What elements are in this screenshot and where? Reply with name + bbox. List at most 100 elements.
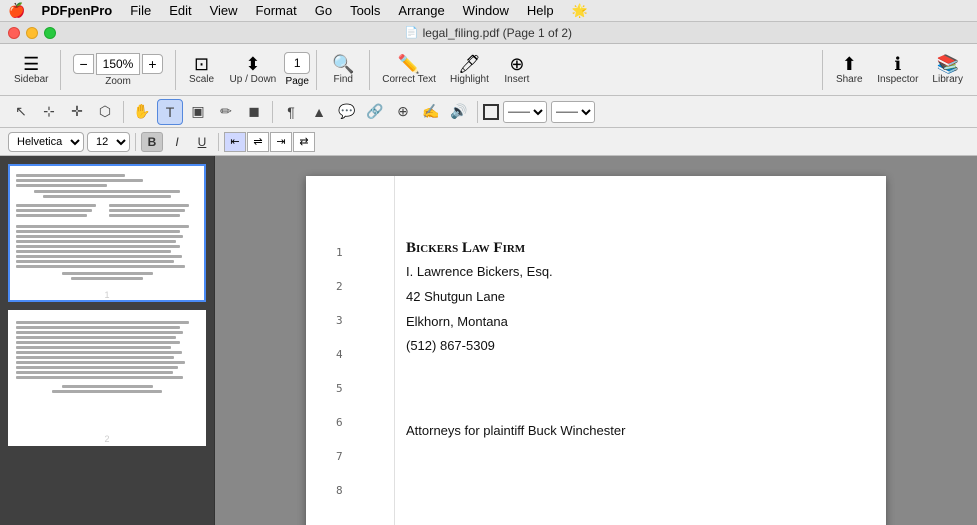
font-size-select[interactable]: 12 <box>87 132 130 152</box>
line-numbers: 1 2 3 4 5 6 7 8 <box>336 236 343 508</box>
thumbnail-page-1[interactable]: 1 <box>8 164 206 302</box>
line-num-2: 2 <box>336 270 343 304</box>
up-down-label: Up / Down <box>230 74 277 85</box>
close-button[interactable] <box>8 27 20 39</box>
inspector-label: Inspector <box>877 74 918 85</box>
library-button[interactable]: 📚 Library <box>926 53 969 87</box>
menu-view[interactable]: View <box>202 0 246 22</box>
insert-icon: ⊕ <box>509 55 524 73</box>
arrow-tool[interactable]: ↖ <box>8 99 34 125</box>
sidebar-button[interactable]: ☰ Sidebar <box>8 53 54 87</box>
lasso-tool[interactable]: ⬡ <box>92 99 118 125</box>
insert-label: Insert <box>504 74 529 85</box>
address-line2: Elkhorn, Montana <box>406 312 826 333</box>
divider-4 <box>369 50 370 90</box>
thumb2-content <box>10 312 204 432</box>
audio-tool[interactable]: 🔊 <box>446 99 472 125</box>
find-button[interactable]: 🔍 Find <box>323 53 363 87</box>
page-label: Page <box>286 76 309 87</box>
menu-arrange[interactable]: Arrange <box>390 0 452 22</box>
cursor-tool[interactable]: ⊹ <box>36 99 62 125</box>
phone: (512) 867-5309 <box>406 336 826 357</box>
font-family-select[interactable]: Helvetica <box>8 132 84 152</box>
menu-format[interactable]: Format <box>248 0 305 22</box>
link-tool[interactable]: 🔗 <box>362 99 388 125</box>
menu-tools[interactable]: Tools <box>342 0 388 22</box>
pdf-page-1: 1 2 3 4 5 6 7 8 Bickers Law Firm I. Lawr… <box>306 176 886 525</box>
correct-icon: ✏️ <box>398 55 420 73</box>
inspector-icon: ℹ <box>894 55 901 73</box>
firm-name: Bickers Law Firm <box>406 236 826 260</box>
menu-file[interactable]: File <box>122 0 159 22</box>
paragraph-tool[interactable]: ¶ <box>278 99 304 125</box>
image-tool[interactable]: ▣ <box>185 99 211 125</box>
thumbnail-page-2[interactable]: 2 <box>8 310 206 446</box>
align-center-button[interactable]: ⇌ <box>247 132 269 152</box>
library-label: Library <box>932 74 963 85</box>
divider-1 <box>60 50 61 90</box>
sign-tool[interactable]: ✍ <box>418 99 444 125</box>
traffic-lights <box>8 27 56 39</box>
menu-window[interactable]: Window <box>455 0 517 22</box>
hand-tool[interactable]: ✋ <box>129 99 155 125</box>
thumb1-header <box>16 174 198 187</box>
menu-help[interactable]: Help <box>519 0 562 22</box>
line-end-select[interactable]: —— <box>551 101 595 123</box>
t-divider-3 <box>477 101 478 123</box>
highlight-button[interactable]: 🖊 Highlight <box>444 53 495 87</box>
menu-go[interactable]: Go <box>307 0 340 22</box>
sidebar-panel: 1 <box>0 156 215 525</box>
app-name[interactable]: PDFpenPro <box>33 0 120 22</box>
text-tool[interactable]: T <box>157 99 183 125</box>
line-num-4: 4 <box>336 338 343 372</box>
stamp-tool[interactable]: ⊕ <box>390 99 416 125</box>
fmt-divider-2 <box>218 133 219 151</box>
align-justify-button[interactable]: ⇄ <box>293 132 315 152</box>
thumb1-page-num: 1 <box>10 290 204 300</box>
underline-button[interactable]: U <box>191 132 213 152</box>
zoom-plus-button[interactable]: + <box>142 54 162 74</box>
inspector-button[interactable]: ℹ Inspector <box>871 53 924 87</box>
scale-button[interactable]: ⊡ Scale <box>182 53 222 87</box>
zoom-value: 150% <box>96 53 141 75</box>
correct-text-button[interactable]: ✏️ Correct Text <box>376 53 442 87</box>
align-left-button[interactable]: ⇤ <box>224 132 246 152</box>
share-button[interactable]: ⬆ Share <box>829 53 869 87</box>
align-right-button[interactable]: ⇥ <box>270 132 292 152</box>
pencil-tool[interactable]: ✏ <box>213 99 239 125</box>
apple-menu[interactable]: 🍎 <box>8 2 25 19</box>
thumb2-page-num: 2 <box>10 434 204 444</box>
insert-button[interactable]: ⊕ Insert <box>497 53 537 87</box>
pdf-area[interactable]: 1 2 3 4 5 6 7 8 Bickers Law Firm I. Lawr… <box>215 156 977 525</box>
line-num-3: 3 <box>336 304 343 338</box>
sidebar-label: Sidebar <box>14 74 48 85</box>
zoom-label: Zoom <box>105 76 131 87</box>
zoom-minus-button[interactable]: − <box>73 54 93 74</box>
circle-shape[interactable] <box>483 104 499 120</box>
bold-button[interactable]: B <box>141 132 163 152</box>
address-line1: 42 Shutgun Lane <box>406 287 826 308</box>
library-icon: 📚 <box>937 55 959 73</box>
line-num-6: 6 <box>336 406 343 440</box>
zoom-group: − 150% + Zoom <box>67 51 168 89</box>
highlight-tool[interactable]: ▲ <box>306 99 332 125</box>
main-toolbar: ☰ Sidebar − 150% + Zoom ⊡ Scale ⬍ Up / D… <box>0 44 977 96</box>
italic-button[interactable]: I <box>166 132 188 152</box>
attorneys-for: Attorneys for plaintiff Buck Winchester <box>406 421 826 442</box>
up-down-button[interactable]: ⬍ Up / Down <box>224 53 283 87</box>
move-tool[interactable]: ✛ <box>64 99 90 125</box>
menu-edit[interactable]: Edit <box>161 0 199 22</box>
bubble-tool[interactable]: 💬 <box>334 99 360 125</box>
marker-tool[interactable]: ◼ <box>241 99 267 125</box>
page-group: 1 Page <box>284 52 310 87</box>
minimize-button[interactable] <box>26 27 38 39</box>
line-style-select[interactable]: —— <box>503 101 547 123</box>
fullscreen-button[interactable] <box>44 27 56 39</box>
fmt-divider-1 <box>135 133 136 151</box>
page-value: 1 <box>289 56 305 70</box>
divider-2 <box>175 50 176 90</box>
line-num-1: 1 <box>336 236 343 270</box>
menu-extra[interactable]: 🌟 <box>564 0 596 22</box>
format-bar: Helvetica 12 B I U ⇤ ⇌ ⇥ ⇄ <box>0 128 977 156</box>
updown-icon: ⬍ <box>245 55 260 73</box>
